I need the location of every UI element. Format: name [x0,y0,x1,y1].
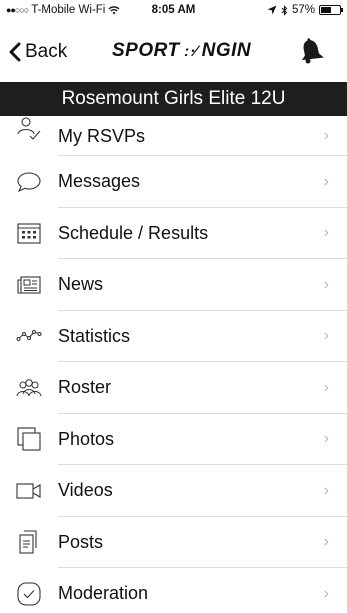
video-camera-icon [16,478,42,504]
rsvp-people-icon [16,116,42,142]
chevron-right-icon: › [323,275,329,293]
back-label: Back [25,41,68,62]
back-button[interactable]: Back [8,41,67,63]
calendar-icon [16,220,42,246]
menu-label: Statistics [58,325,131,346]
chevron-right-icon: › [323,327,329,345]
status-right: 57% [267,4,343,16]
chevron-right-icon: › [323,378,329,396]
chevron-left-icon [9,42,21,62]
newspaper-icon [16,272,42,298]
logo-mark-icon: :⸱∕ [184,43,198,60]
menu-item-schedule-results[interactable]: Schedule / Results › [0,208,347,260]
logo-text-right: NGIN [201,40,252,61]
menu-label: My RSVPs [58,125,146,146]
menu-label: Messages [58,171,141,192]
sportngin-logo: SPORT :⸱∕ NGIN [112,40,251,62]
chevron-right-icon: › [323,533,329,551]
chevron-right-icon: › [323,430,329,448]
photos-icon [16,426,42,452]
location-arrow-icon [267,5,277,15]
status-left: ●●○○○ T-Mobile Wi-Fi [6,4,120,16]
battery-level [321,7,332,13]
menu-label: Posts [58,531,104,552]
carrier-name: T-Mobile Wi-Fi [31,4,106,16]
chevron-right-icon: › [323,584,329,602]
check-circle-icon [16,581,42,607]
team-menu-list: My RSVPs › Messages › Schedule / Results… [0,116,347,613]
menu-item-statistics[interactable]: Statistics › [0,311,347,363]
menu-label: Photos [58,428,115,449]
menu-label: News [58,274,104,295]
group-icon [16,375,42,401]
bell-icon[interactable] [298,36,324,64]
battery-icon [319,5,343,15]
menu-item-videos[interactable]: Videos › [0,465,347,517]
menu-item-posts[interactable]: Posts › [0,517,347,569]
menu-label: Schedule / Results [58,222,209,243]
posts-icon [16,529,42,555]
menu-item-roster[interactable]: Roster › [0,362,347,414]
menu-item-my-rsvps[interactable]: My RSVPs › [0,116,347,156]
menu-label: Moderation [58,583,149,604]
status-bar: ●●○○○ T-Mobile Wi-Fi 8:05 AM 57% [0,0,347,20]
wifi-icon [108,6,120,15]
menu-label: Roster [58,377,112,398]
menu-item-news[interactable]: News › [0,259,347,311]
team-name-banner: Rosemount Girls Elite 12U [0,82,347,116]
line-graph-icon [16,323,42,349]
chevron-right-icon: › [323,224,329,242]
battery-percent: 57% [291,4,315,16]
chevron-right-icon: › [323,172,329,190]
speech-bubble-icon [16,169,42,195]
logo-text-left: SPORT [112,40,180,61]
signal-strength: ●●○○○ [6,5,29,15]
menu-item-photos[interactable]: Photos › [0,414,347,466]
menu-item-moderation[interactable]: Moderation › [0,568,347,613]
chevron-right-icon: › [323,481,329,499]
nav-bar: Back SPORT :⸱∕ NGIN [0,20,347,82]
menu-item-messages[interactable]: Messages › [0,156,347,208]
bluetooth-icon [281,4,288,16]
chevron-right-icon: › [323,127,329,144]
menu-label: Videos [58,480,113,501]
